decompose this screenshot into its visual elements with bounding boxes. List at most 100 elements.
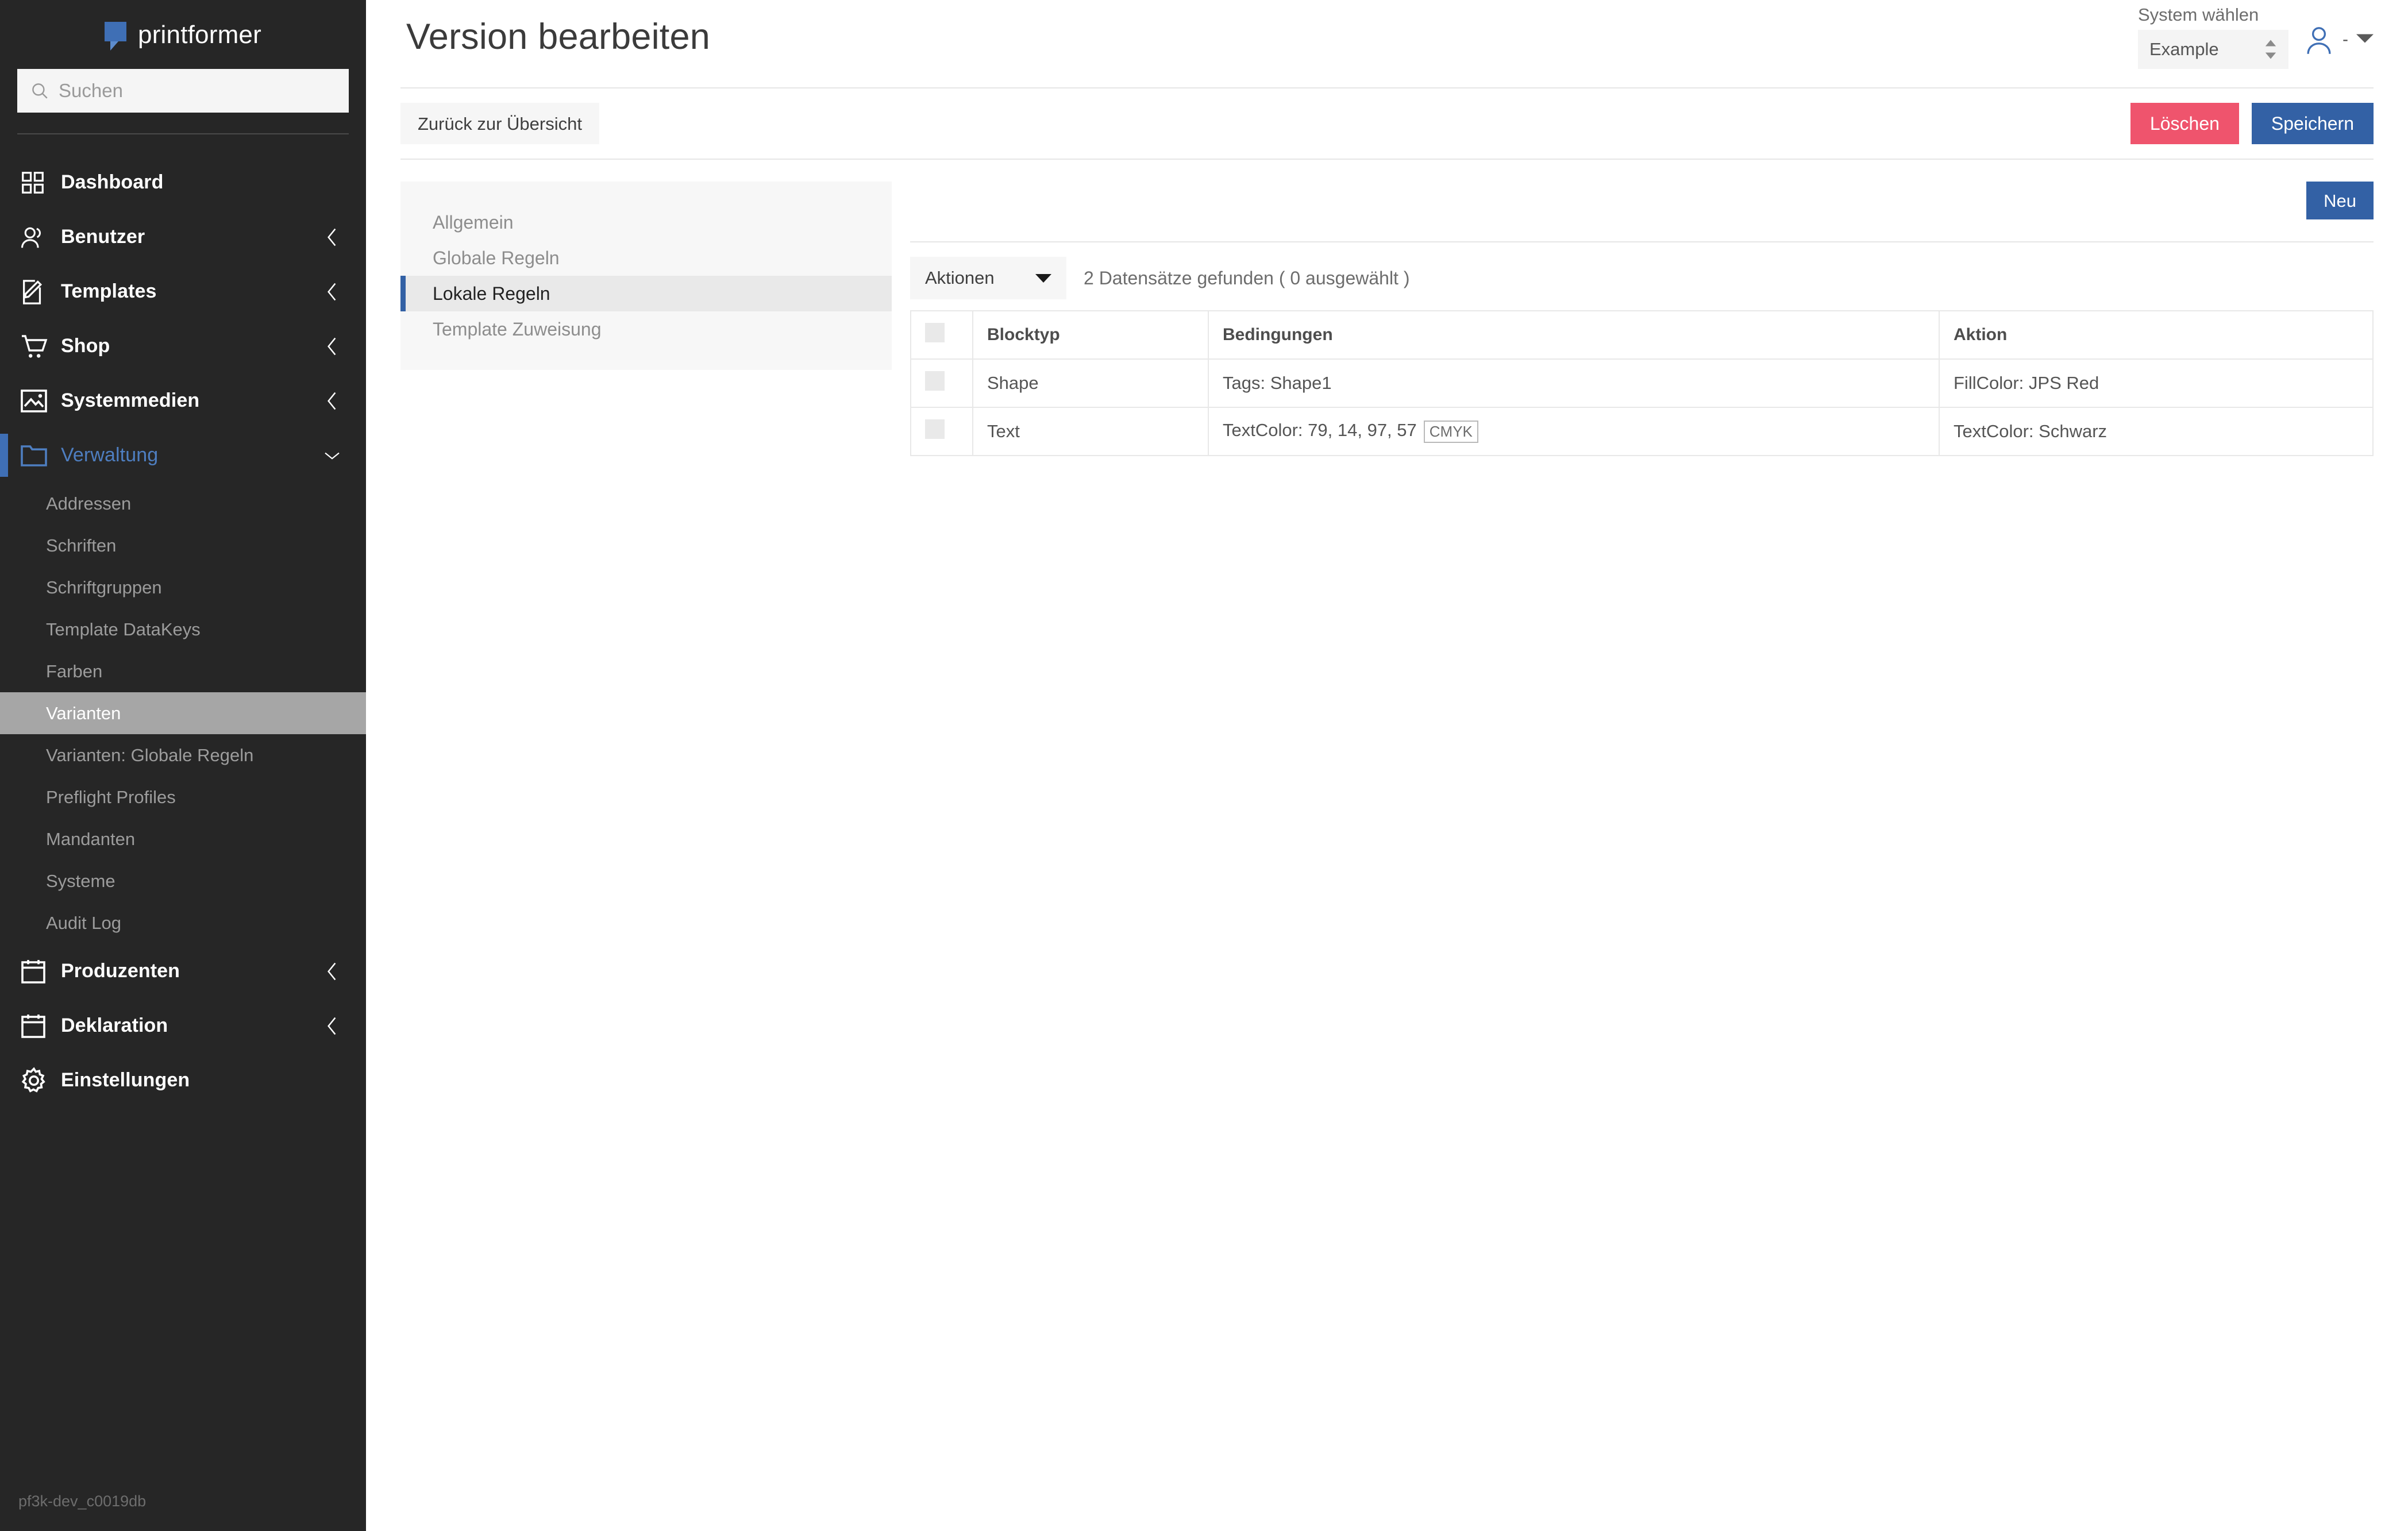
- sidebar-item-label: Templates: [61, 280, 157, 302]
- new-button[interactable]: Neu: [2306, 182, 2374, 219]
- subnav-label: Preflight Profiles: [46, 786, 176, 807]
- spinner-icon: [2264, 40, 2277, 59]
- select-all-checkbox[interactable]: [925, 323, 945, 342]
- actions-select[interactable]: Aktionen: [910, 257, 1066, 299]
- sidebar-item-varianten[interactable]: Varianten: [0, 692, 366, 734]
- system-select-label: System wählen: [2138, 5, 2259, 25]
- table-head: Blocktyp Bedingungen Aktion: [910, 310, 2374, 360]
- cell-aktion: FillColor: JPS Red: [1939, 358, 2374, 408]
- subnav-label: Farben: [46, 661, 103, 681]
- tab-allgemein[interactable]: Allgemein: [400, 205, 892, 240]
- tab-label: Allgemein: [433, 211, 514, 233]
- row-select-cell: [910, 358, 973, 408]
- subnav-label: Schriften: [46, 535, 117, 556]
- column-header-blocktyp[interactable]: Blocktyp: [972, 310, 1209, 360]
- brand-logo[interactable]: printformer: [0, 0, 366, 57]
- sidebar-item-schriften[interactable]: Schriften: [0, 525, 366, 566]
- primary-actions: Löschen Speichern: [2130, 103, 2374, 144]
- chevron-left-icon[interactable]: [323, 281, 341, 302]
- chevron-left-icon[interactable]: [323, 336, 341, 357]
- rules-panel: Neu Aktionen 2 Datensätze gefunden ( 0 a…: [910, 182, 2374, 456]
- sidebar-subnav: Addressen Schriften Schriftgruppen Templ…: [0, 483, 366, 944]
- condition-text: TextColor: 79, 14, 97, 57: [1223, 420, 1417, 441]
- cart-icon: [20, 333, 54, 360]
- subnav-label: Varianten: Globale Regeln: [46, 745, 254, 765]
- sidebar-item-verwaltung[interactable]: Verwaltung: [0, 428, 366, 483]
- save-button[interactable]: Speichern: [2251, 103, 2374, 144]
- cell-blocktyp: Shape: [972, 358, 1209, 408]
- sidebar-item-addressen[interactable]: Addressen: [0, 483, 366, 525]
- gear-icon: [20, 1066, 54, 1095]
- calendar-icon: [20, 1013, 54, 1039]
- subnav-label: Addressen: [46, 493, 132, 514]
- cell-bedingungen: TextColor: 79, 14, 97, 57 CMYK: [1208, 407, 1940, 456]
- sidebar-item-shop[interactable]: Shop: [0, 319, 366, 373]
- users-icon: [20, 224, 54, 250]
- system-select[interactable]: Example: [2138, 30, 2288, 69]
- subnav-label: Schriftgruppen: [46, 577, 162, 597]
- sidebar-item-varianten-globale-regeln[interactable]: Varianten: Globale Regeln: [0, 734, 366, 776]
- sidebar-item-label: Einstellungen: [61, 1069, 190, 1091]
- sidebar-item-template-datakeys[interactable]: Template DataKeys: [0, 608, 366, 650]
- app-root: printformer Suchen Dashboard Benutzer Te…: [0, 0, 2408, 1531]
- sidebar-nav: Dashboard Benutzer Templates Shop System…: [0, 155, 366, 1108]
- search-icon: [32, 83, 48, 99]
- sidebar-item-einstellungen[interactable]: Einstellungen: [0, 1053, 366, 1108]
- action-toolbar: Zurück zur Übersicht Löschen Speichern: [366, 88, 2408, 159]
- chevron-left-icon[interactable]: [323, 961, 341, 982]
- system-select-group: System wählen Example -: [2138, 5, 2374, 69]
- active-tab-indicator: [400, 276, 406, 311]
- tab-globale-regeln[interactable]: Globale Regeln: [400, 240, 892, 276]
- page-header: Version bearbeiten System wählen Example: [366, 0, 2408, 87]
- sidebar-item-templates[interactable]: Templates: [0, 264, 366, 319]
- table-header-row: Blocktyp Bedingungen Aktion: [910, 310, 2374, 360]
- sidebar-item-mandanten[interactable]: Mandanten: [0, 818, 366, 860]
- back-to-overview-button[interactable]: Zurück zur Übersicht: [400, 103, 599, 144]
- chevron-down-icon[interactable]: [2356, 33, 2374, 47]
- column-header-bedingungen[interactable]: Bedingungen: [1208, 310, 1940, 360]
- sidebar: printformer Suchen Dashboard Benutzer Te…: [0, 0, 366, 1531]
- search-box[interactable]: [17, 69, 349, 113]
- row-checkbox[interactable]: [925, 419, 945, 439]
- sidebar-item-label: Verwaltung: [61, 444, 159, 466]
- tab-template-zuweisung[interactable]: Template Zuweisung: [400, 311, 892, 347]
- page-title: Version bearbeiten: [406, 17, 710, 57]
- sidebar-divider: [17, 133, 349, 134]
- sidebar-item-systemmedien[interactable]: Systemmedien: [0, 373, 366, 428]
- cell-blocktyp: Text: [972, 407, 1209, 456]
- sidebar-item-farben[interactable]: Farben: [0, 650, 366, 692]
- row-checkbox[interactable]: [925, 371, 945, 391]
- subnav-label: Mandanten: [46, 828, 136, 849]
- column-header-aktion[interactable]: Aktion: [1939, 310, 2374, 360]
- sidebar-item-produzenten[interactable]: Produzenten: [0, 944, 366, 998]
- user-avatar-icon: [2307, 27, 2331, 54]
- table-row[interactable]: Shape Tags: Shape1 FillColor: JPS Red: [910, 358, 2374, 408]
- subnav-label: Varianten: [46, 703, 121, 723]
- chevron-left-icon[interactable]: [323, 1016, 341, 1036]
- brand-name: printformer: [138, 21, 261, 49]
- sidebar-item-label: Systemmedien: [61, 390, 200, 411]
- subnav-label: Audit Log: [46, 912, 121, 933]
- sidebar-item-preflight-profiles[interactable]: Preflight Profiles: [0, 776, 366, 818]
- sidebar-item-audit-log[interactable]: Audit Log: [0, 902, 366, 944]
- chevron-down-icon: [1035, 273, 1051, 283]
- rules-table: Blocktyp Bedingungen Aktion Shape Tags: …: [910, 310, 2374, 456]
- sidebar-item-deklaration[interactable]: Deklaration: [0, 998, 366, 1053]
- sidebar-item-dashboard[interactable]: Dashboard: [0, 155, 366, 210]
- sidebar-item-systeme[interactable]: Systeme: [0, 860, 366, 902]
- tab-lokale-regeln[interactable]: Lokale Regeln: [400, 276, 892, 311]
- sidebar-item-schriftgruppen[interactable]: Schriftgruppen: [0, 566, 366, 608]
- sidebar-item-benutzer[interactable]: Benutzer: [0, 210, 366, 264]
- table-row[interactable]: Text TextColor: 79, 14, 97, 57 CMYK TextC…: [910, 407, 2374, 456]
- chevron-down-icon[interactable]: [323, 449, 341, 462]
- chevron-left-icon[interactable]: [323, 227, 341, 248]
- build-version-tag: pf3k-dev_c0019db: [18, 1493, 147, 1510]
- cell-bedingungen: Tags: Shape1: [1208, 358, 1940, 408]
- subnav-label: Systeme: [46, 870, 115, 891]
- image-icon: [20, 388, 54, 414]
- chevron-left-icon[interactable]: [323, 391, 341, 411]
- user-menu[interactable]: -: [2303, 5, 2374, 55]
- sidebar-item-label: Dashboard: [61, 171, 164, 193]
- delete-button[interactable]: Löschen: [2130, 103, 2239, 144]
- search-input[interactable]: [59, 80, 336, 102]
